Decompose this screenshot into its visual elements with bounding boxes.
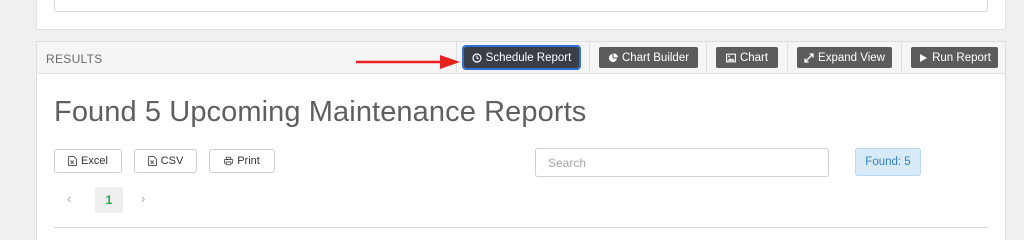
chart-button[interactable]: Chart xyxy=(716,47,778,68)
run-report-label: Run Report xyxy=(932,51,991,64)
previous-panel xyxy=(36,0,1006,30)
schedule-report-label: Schedule Report xyxy=(485,51,572,64)
schedule-report-button[interactable]: Schedule Report xyxy=(462,45,581,70)
print-label: Print xyxy=(237,155,260,167)
run-report-button[interactable]: Run Report xyxy=(911,47,998,68)
page-title: Found 5 Upcoming Maintenance Reports xyxy=(54,96,587,128)
image-icon xyxy=(725,53,736,62)
pagination-next-button[interactable]: › xyxy=(141,191,145,206)
expand-view-label: Expand View xyxy=(818,51,885,64)
clock-icon xyxy=(472,52,482,63)
pie-chart-icon xyxy=(608,52,618,62)
toolbar-divider xyxy=(589,42,590,73)
csv-export-button[interactable]: CSV xyxy=(134,149,197,173)
toolbar-divider xyxy=(787,42,788,73)
excel-file-icon xyxy=(68,156,77,166)
panel-title: RESULTS xyxy=(46,52,103,66)
chart-builder-button[interactable]: Chart Builder xyxy=(599,47,698,68)
results-panel: RESULTS Schedule Report Chart Builder Ch… xyxy=(36,41,1006,240)
chart-builder-label: Chart Builder xyxy=(621,51,690,64)
pagination-prev-button[interactable]: ‹ xyxy=(67,191,71,206)
expand-icon xyxy=(804,52,814,63)
csv-file-icon xyxy=(147,156,157,166)
annotation-arrow-icon xyxy=(356,55,460,69)
csv-label: CSV xyxy=(160,155,184,167)
table-top-divider xyxy=(54,227,988,228)
results-panel-header: RESULTS Schedule Report Chart Builder Ch… xyxy=(37,42,1005,74)
print-button[interactable]: Print xyxy=(209,149,275,173)
toolbar-divider xyxy=(706,42,707,73)
chart-label: Chart xyxy=(739,51,769,64)
play-icon xyxy=(920,53,928,62)
found-count-badge: Found: 5 xyxy=(855,148,921,176)
printer-icon xyxy=(224,156,234,166)
previous-panel-box xyxy=(54,0,988,12)
expand-view-button[interactable]: Expand View xyxy=(797,47,892,68)
search-input[interactable] xyxy=(535,148,829,177)
excel-label: Excel xyxy=(81,155,108,167)
excel-export-button[interactable]: Excel xyxy=(54,149,122,173)
pagination-page-1[interactable]: 1 xyxy=(95,187,123,213)
toolbar-divider xyxy=(901,42,902,73)
